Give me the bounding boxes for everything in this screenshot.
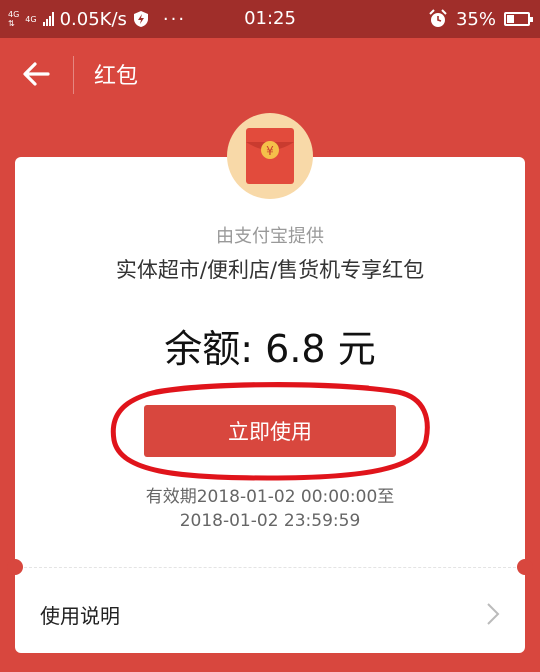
red-envelope-icon: ¥ xyxy=(246,128,294,184)
status-bar: 4G ⇅ 4G 0.05K/s ··· 01:25 35% xyxy=(0,0,540,38)
chevron-right-icon[interactable] xyxy=(486,602,500,626)
nav-bar: 红包 xyxy=(0,38,540,112)
dashed-divider xyxy=(24,567,516,568)
circle-annotation xyxy=(110,382,430,481)
validity-line-1: 有效期2018-01-02 00:00:00至 xyxy=(145,487,395,507)
validity-period: 有效期2018-01-02 00:00:00至 2018-01-02 23:59… xyxy=(0,485,540,533)
back-arrow-icon[interactable] xyxy=(18,56,54,92)
card-notch-right xyxy=(517,559,533,575)
yen-symbol: ¥ xyxy=(266,144,274,158)
battery-percent: 35% xyxy=(455,8,496,30)
balance-amount: 余额: 6.8 元 xyxy=(164,327,376,371)
provider-label: 由支付宝提供 xyxy=(216,226,324,247)
battery-icon xyxy=(504,12,533,26)
card-notch-left xyxy=(7,559,23,575)
usage-instructions-row[interactable]: 使用说明 xyxy=(40,600,120,629)
validity-line-2: 2018-01-02 23:59:59 xyxy=(179,511,361,531)
nav-divider xyxy=(73,56,74,94)
packet-description: 实体超市/便利店/售货机专享红包 xyxy=(115,258,425,282)
red-packet-avatar: ¥ xyxy=(227,113,313,199)
page-title: 红包 xyxy=(94,64,139,89)
alarm-icon xyxy=(429,9,447,27)
status-right-group: 35% xyxy=(428,0,533,38)
